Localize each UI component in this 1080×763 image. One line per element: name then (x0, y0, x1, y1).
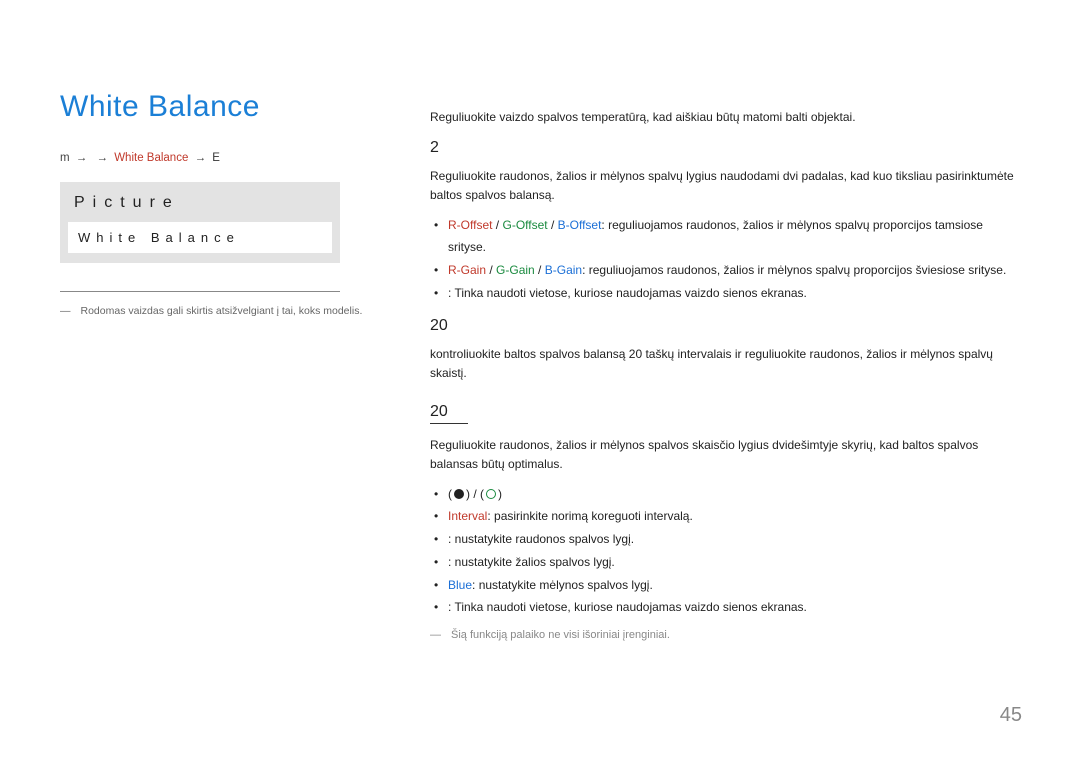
paren-mid: ) / ( (466, 487, 484, 501)
list-item: : Tinka naudoti vietose, kuriose naudoja… (430, 596, 1020, 619)
footnote-mark: ― (430, 627, 441, 645)
list-item: Blue: nustatykite mėlynos spalvos lygį. (430, 574, 1020, 597)
label-r-offset: R-Offset (448, 218, 492, 232)
menu-panel-title: Picture (60, 182, 340, 222)
section-text: kontroliuokite baltos spalvos balansą 20… (430, 345, 1020, 383)
arrow-icon: → (195, 152, 207, 164)
footnote-text: Rodomas vaizdas gali skirtis atsižvelgia… (81, 304, 363, 320)
list-item-text: : nustatykite raudonos spalvos lygį. (448, 532, 634, 546)
breadcrumb-menu: m (60, 152, 70, 164)
section-text: Reguliuokite raudonos, žalios ir mėlynos… (430, 167, 1020, 205)
menu-panel-item[interactable]: White Balance (68, 222, 332, 253)
breadcrumb: m → → White Balance → E (60, 152, 380, 164)
footnote: ― Šią funkciją palaiko ne visi išoriniai… (430, 627, 1020, 645)
list-item: : Tinka naudoti vietose, kuriose naudoja… (430, 282, 1020, 305)
bullet-list: ( ) / () Interval: pasirinkite norimą kor… (430, 483, 1020, 620)
list-item-tail: : pasirinkite norimą koreguoti intervalą… (487, 509, 692, 523)
list-item: R-Offset / G-Offset / B-Offset: reguliuo… (430, 214, 1020, 260)
label-g-gain: G-Gain (496, 263, 535, 277)
label-b-gain: B-Gain (545, 263, 582, 277)
list-item: : nustatykite raudonos spalvos lygį. (430, 528, 1020, 551)
footnote: ― Rodomas vaizdas gali skirtis atsižvelg… (60, 304, 380, 320)
label-blue: Blue (448, 578, 472, 592)
section-text: Reguliuokite raudonos, žalios ir mėlynos… (430, 436, 1020, 474)
list-item: : nustatykite žalios spalvos lygį. (430, 551, 1020, 574)
breadcrumb-suffix: E (212, 152, 220, 164)
page-title: White Balance (60, 90, 380, 124)
footnote-text: Šią funkciją palaiko ne visi išoriniai į… (451, 627, 670, 645)
intro-text: Reguliuokite vaizdo spalvos temperatūrą,… (430, 108, 1020, 127)
divider (60, 291, 340, 292)
breadcrumb-current: White Balance (114, 152, 188, 164)
label-interval: Interval (448, 509, 487, 523)
section-heading: 2 (430, 139, 1020, 157)
list-item: R-Gain / G-Gain / B-Gain: reguliuojamos … (430, 259, 1020, 282)
list-item-text: : Tinka naudoti vietose, kuriose naudoja… (448, 600, 807, 614)
arrow-icon: → (97, 152, 109, 164)
label-b-offset: B-Offset (558, 218, 602, 232)
off-icon (486, 489, 496, 499)
bullet-list: R-Offset / G-Offset / B-Offset: reguliuo… (430, 214, 1020, 305)
paren-open: ( (448, 487, 452, 501)
list-item-text: : Tinka naudoti vietose, kuriose naudoja… (448, 286, 807, 300)
list-item-tail: : reguliuojamos raudonos, žalios ir mėly… (582, 263, 1006, 277)
menu-panel: Picture White Balance (60, 182, 340, 263)
paren-close: ) (498, 487, 502, 501)
footnote-mark: ― (60, 304, 71, 320)
on-icon (454, 489, 464, 499)
list-item: Interval: pasirinkite norimą koreguoti i… (430, 505, 1020, 528)
list-item-tail: : nustatykite mėlynos spalvos lygį. (472, 578, 653, 592)
arrow-icon: → (76, 152, 88, 164)
section-heading: 20 (430, 317, 1020, 335)
label-g-offset: G-Offset (502, 218, 547, 232)
list-item-text: : nustatykite žalios spalvos lygį. (448, 555, 615, 569)
list-item-toggle: ( ) / () (430, 483, 1020, 506)
label-r-gain: R-Gain (448, 263, 486, 277)
page-number: 45 (1000, 704, 1022, 727)
section-heading-underline: 20 (430, 403, 468, 424)
